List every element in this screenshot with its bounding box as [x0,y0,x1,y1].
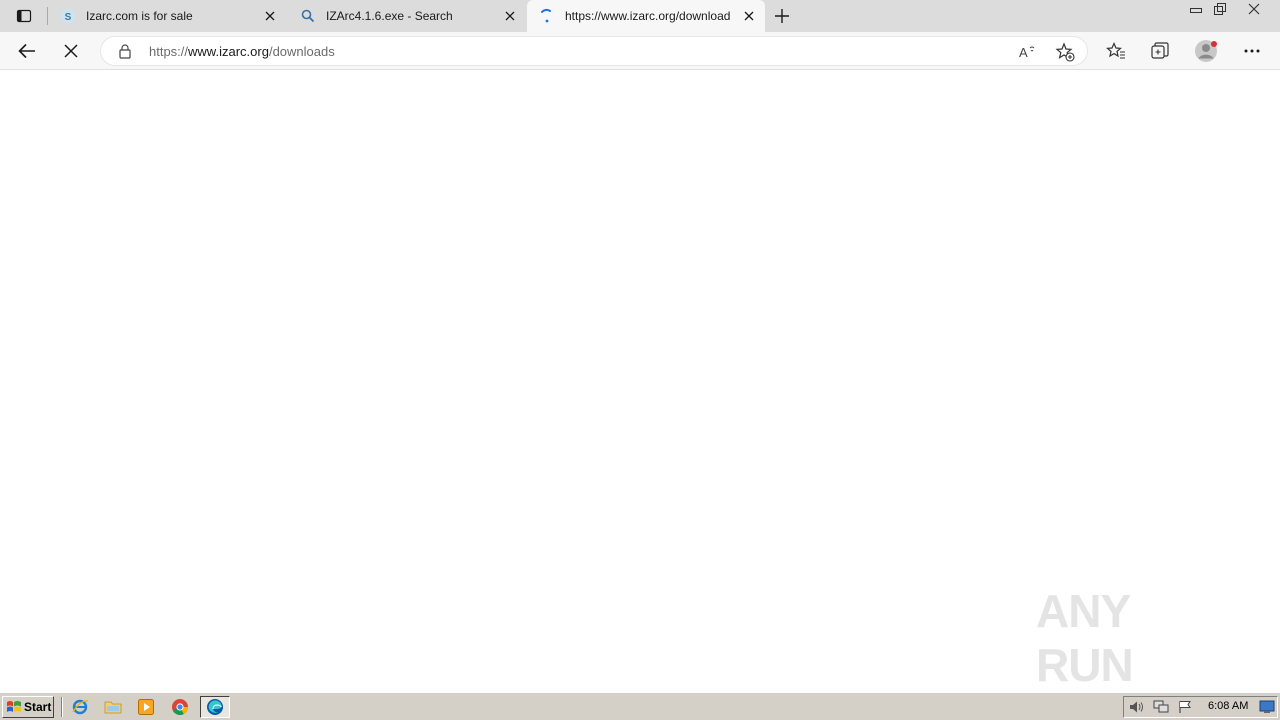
network-icon[interactable] [1152,699,1170,715]
window-controls [1184,0,1276,18]
action-center-flag-icon[interactable] [1176,699,1194,715]
tab-izarc-downloads[interactable]: https://www.izarc.org/download [527,0,765,32]
anyrun-watermark: ANY RUN [1036,585,1236,691]
close-window-button[interactable] [1232,0,1276,18]
system-tray: 6:08 AM [1123,696,1278,718]
tab-close-icon[interactable] [502,8,518,24]
volume-icon[interactable] [1128,699,1146,715]
media-player-icon[interactable] [134,696,158,718]
new-tab-button[interactable] [770,4,794,28]
taskbar-separator [61,697,63,717]
minimize-icon [1190,8,1202,13]
start-label: Start [24,700,52,714]
tab-close-icon[interactable] [262,8,278,24]
url-scheme: https:// [149,44,189,59]
tab-actions-button[interactable] [8,4,40,28]
search-icon [300,8,316,24]
tab-actions-icon [16,9,32,23]
tab-title: https://www.izarc.org/download [565,9,731,23]
watermark-text: ANY RUN [1036,585,1134,691]
chrome-icon[interactable] [168,696,192,718]
tab-izarc-search[interactable]: IZArc4.1.6.exe - Search [288,0,526,32]
folder-icon[interactable] [101,696,125,718]
tab-title: IZArc4.1.6.exe - Search [326,9,453,23]
windows-logo-icon [7,701,21,712]
read-aloud-button[interactable]: A [1018,42,1038,62]
tab-izarc-for-sale[interactable]: S Izarc.com is for sale [48,0,286,32]
tab-strip: S Izarc.com is for sale IZArc4.1.6.exe -… [0,0,1280,32]
avatar [1195,40,1217,62]
close-icon [1248,3,1260,15]
plus-icon [775,9,789,23]
url-host: www.izarc.org [188,44,269,59]
address-url[interactable]: https://www.izarc.org/downloads [149,44,335,59]
add-favorite-button[interactable] [1055,42,1075,62]
ie-icon[interactable] [68,696,92,718]
star-add-icon [1055,42,1075,62]
read-aloud-icon: A [1019,45,1035,60]
start-button[interactable]: Start [2,696,54,718]
profile-button[interactable] [1191,36,1221,66]
restore-button[interactable] [1208,0,1232,18]
lock-icon[interactable] [117,43,133,59]
close-icon [64,44,78,58]
back-arrow-icon [18,43,35,59]
more-dots-icon [1244,49,1260,53]
collections-button[interactable] [1145,36,1175,66]
svg-text:A: A [1019,45,1028,60]
collections-icon [1151,42,1169,59]
settings-more-button[interactable] [1237,36,1267,66]
edge-icon[interactable] [200,696,230,718]
taskbar-clock[interactable]: 6:08 AM [1208,700,1248,712]
taskbar: Start 6:08 AM [0,692,1280,720]
s-site-icon: S [60,8,76,24]
restore-icon [1214,3,1226,15]
favorites-icon [1106,42,1125,59]
loading-spinner-icon [539,8,555,24]
show-desktop-icon[interactable] [1258,699,1276,715]
browser-toolbar: https://www.izarc.org/downloads A [0,32,1280,70]
favorites-button[interactable] [1101,36,1131,66]
address-bar[interactable]: https://www.izarc.org/downloads A [100,36,1088,66]
minimize-button[interactable] [1184,0,1208,18]
url-path: /downloads [268,44,335,59]
back-button[interactable] [12,36,42,66]
tab-close-icon[interactable] [741,8,757,24]
tab-title: Izarc.com is for sale [86,9,193,23]
svg-text:S: S [65,12,72,23]
stop-loading-button[interactable] [56,36,86,66]
